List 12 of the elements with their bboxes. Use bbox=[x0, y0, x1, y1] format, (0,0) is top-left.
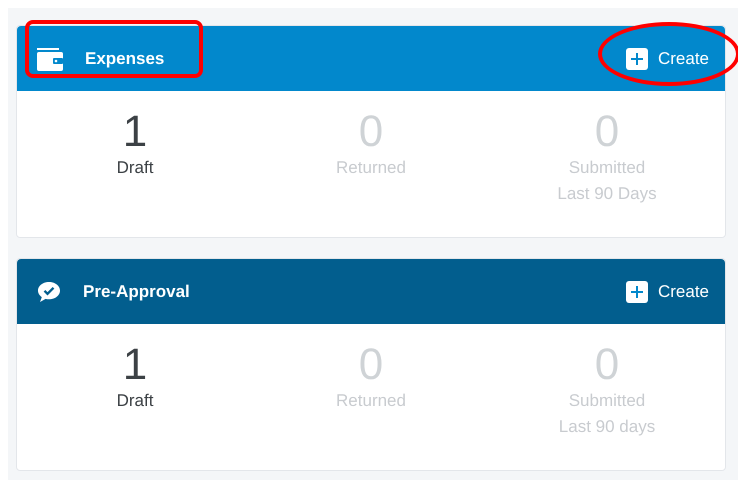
card-title: Expenses bbox=[85, 48, 164, 70]
stat-count: 1 bbox=[122, 341, 148, 389]
create-button[interactable]: Create bbox=[626, 46, 709, 72]
stat-label: Draft bbox=[116, 390, 154, 412]
stat-count: 1 bbox=[122, 108, 148, 156]
create-button[interactable]: Create bbox=[626, 278, 709, 304]
wallet-icon bbox=[37, 46, 63, 70]
plus-icon bbox=[626, 48, 648, 70]
chat-check-icon bbox=[37, 280, 61, 302]
plus-icon bbox=[626, 280, 648, 302]
card-title: Pre-Approval bbox=[83, 280, 190, 303]
stat-label: Draft bbox=[116, 157, 154, 179]
